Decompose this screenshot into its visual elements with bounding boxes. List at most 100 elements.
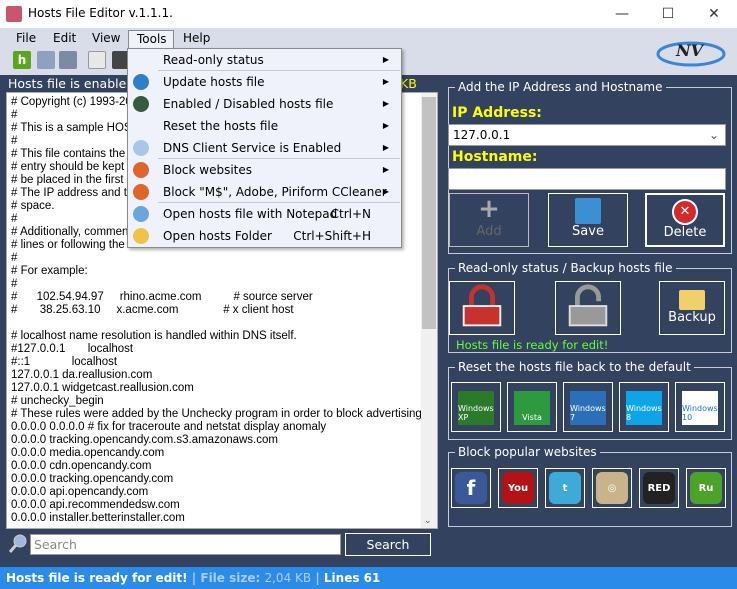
editor-line: # 102.54.94.97 rhino.acme.com # source s… <box>11 291 313 303</box>
copy-toolbar-icon[interactable] <box>88 51 106 69</box>
editor-line: 0.0.0.0 api.recommendedsw.com <box>11 499 180 511</box>
search-input[interactable]: Search <box>30 534 341 555</box>
tools-menu-item[interactable]: Update hosts file ▶ <box>128 71 401 93</box>
block-redtube-button[interactable]: RED <box>639 468 679 508</box>
folder-clock-icon <box>679 290 705 310</box>
block-icon <box>133 184 149 200</box>
minimize-button[interactable]: — <box>599 0 645 28</box>
status-bar: Hosts file is ready for edit! | File siz… <box>0 567 737 589</box>
menu-item-label: Update hosts file <box>163 75 265 89</box>
tools-dropdown-menu: Read-only status ▶ Update hosts file ▶ Enabl… <box>127 48 402 248</box>
ip-address-value: 127.0.0.1 <box>453 128 511 142</box>
globe-icon <box>133 74 149 90</box>
filesize-value: 2,04 KB <box>264 571 312 585</box>
facebook-icon: f <box>455 472 487 504</box>
menu-item-label: Block websites <box>163 163 253 177</box>
menu-view[interactable]: View <box>84 30 128 48</box>
menu-item-label: Open hosts file with Notepad <box>163 207 338 221</box>
tools-menu-item[interactable]: Open hosts file with Notepad Ctrl+N <box>128 203 401 225</box>
reset-group-legend: Reset the hosts file back to the default <box>458 360 691 374</box>
chevron-down-icon[interactable]: ⌄ <box>709 125 719 145</box>
submenu-arrow-icon: ▶ <box>382 99 389 108</box>
menu-item-label: Read-only status <box>163 53 264 67</box>
block-twitter-button[interactable]: t <box>545 468 585 508</box>
submenu-arrow-icon: ▶ <box>382 165 389 174</box>
backup-button[interactable]: Backup <box>659 281 725 335</box>
unlock-button[interactable] <box>555 281 621 335</box>
reset-windows-xp-button[interactable]: Windows XP <box>451 382 501 432</box>
delete-button[interactable]: ✕ Delete <box>645 193 725 247</box>
windows-logo-icon: Windows 8 <box>626 391 662 425</box>
editor-line: #127.0.0.1 localhost <box>11 343 134 355</box>
editor-line: # localhost name resolution is handled w… <box>11 330 297 342</box>
editor-line: 0.0.0.0 api.opencandy.com <box>11 486 149 498</box>
magnifier-icon <box>8 534 27 553</box>
tools-menu-item[interactable]: Block websites ▶ <box>128 159 401 181</box>
import-toolbar-icon[interactable] <box>37 51 55 69</box>
hostname-label: Hostname: <box>452 149 538 165</box>
menu-item-label: Open hosts Folder <box>163 229 272 243</box>
editor-line: # These rules were added by the Unchecky… <box>11 408 422 420</box>
delete-label: Delete <box>663 225 707 240</box>
menu-separator <box>158 70 400 71</box>
lock-readonly-button[interactable] <box>449 281 515 335</box>
reset-windows-10-button[interactable]: Windows 10 <box>675 382 725 432</box>
editor-line: #::1 localhost <box>11 356 118 368</box>
tools-menu-item[interactable]: Block "M$", Adobe, Piriform CCleaner ▶ <box>128 181 401 203</box>
editor-header-size: KB <box>400 76 417 91</box>
block-ru-button[interactable]: Ru <box>686 468 726 508</box>
menu-item-label: DNS Client Service is Enabled <box>163 141 342 155</box>
os-label: Windows XP <box>458 404 494 422</box>
add-button[interactable]: + Add <box>449 193 529 247</box>
windows-logo-icon: Windows 10 <box>682 391 718 425</box>
menu-help[interactable]: Help <box>175 30 218 48</box>
editor-line: 0.0.0.0 tracking.opencandy.com.s3.amazon… <box>11 434 278 446</box>
hosts-h-toolbar-icon[interactable]: h <box>13 51 31 69</box>
menu-separator <box>158 158 400 159</box>
editor-scrollbar[interactable]: ⌄ <box>421 93 437 528</box>
editor-line: 0.0.0.0 tracking.opencandy.com <box>11 473 174 485</box>
editor-line: 127.0.0.1 da.reallusion.com <box>11 369 153 381</box>
windows-logo-icon: Windows 7 <box>570 391 606 425</box>
menu-tools[interactable]: Tools <box>128 30 174 48</box>
editor-line: 0.0.0.0 media.opencandy.com <box>11 447 165 459</box>
windows-logo-icon: Windows XP <box>458 391 494 425</box>
reset-vista-button[interactable]: Vista <box>507 382 557 432</box>
menu-file[interactable]: File <box>8 30 44 48</box>
block-instagram-button[interactable]: ◎ <box>592 468 632 508</box>
notepad-icon <box>133 206 149 222</box>
title-bar: Hosts File Editor v.1.1.1. — ☐ ✕ <box>0 0 737 28</box>
reset-windows-8-button[interactable]: Windows 8 <box>619 382 669 432</box>
red-lock-icon <box>462 284 502 327</box>
ip-address-combobox[interactable]: 127.0.0.1 ⌄ <box>448 124 726 146</box>
block-group-legend: Block popular websites <box>458 445 597 459</box>
save-button[interactable]: Save <box>548 193 628 247</box>
filesize-label: File size: <box>200 571 261 585</box>
hostname-input[interactable] <box>448 168 726 190</box>
reset-windows-7-button[interactable]: Windows 7 <box>563 382 613 432</box>
hosts-h-icon <box>133 96 149 112</box>
search-button[interactable]: Search <box>345 533 431 556</box>
maximize-button[interactable]: ☐ <box>645 0 691 28</box>
tools-menu-item[interactable]: Reset the hosts file ▶ <box>128 115 401 137</box>
scroll-down-icon[interactable]: ⌄ <box>424 516 432 526</box>
tools-menu-item[interactable]: Read-only status ▶ <box>128 49 401 71</box>
close-button[interactable]: ✕ <box>691 0 737 28</box>
tools-menu-item[interactable]: Open hosts Folder Ctrl+Shift+H <box>128 225 401 247</box>
block-youtube-button[interactable]: You <box>498 468 538 508</box>
nv-logo: NV <box>656 41 726 67</box>
tools-menu-item[interactable]: Enabled / Disabled hosts file ▶ <box>128 93 401 115</box>
twitter-icon: t <box>549 472 581 504</box>
block-facebook-button[interactable]: f <box>451 468 491 508</box>
scrollbar-thumb[interactable] <box>422 97 436 329</box>
tools-menu-item[interactable]: DNS Client Service is Enabled ▶ <box>128 137 401 159</box>
editor-line: # <box>11 252 18 264</box>
status-message: Hosts file is ready for edit! <box>6 571 188 585</box>
gear-icon <box>133 140 149 156</box>
menu-edit[interactable]: Edit <box>45 30 84 48</box>
editor-line: 127.0.0.1 widgetcast.reallusion.com <box>11 382 194 394</box>
editor-line: # unchecky_begin <box>11 395 104 407</box>
svg-text:NV: NV <box>675 41 705 60</box>
save-as-toolbar-icon[interactable] <box>59 51 77 69</box>
